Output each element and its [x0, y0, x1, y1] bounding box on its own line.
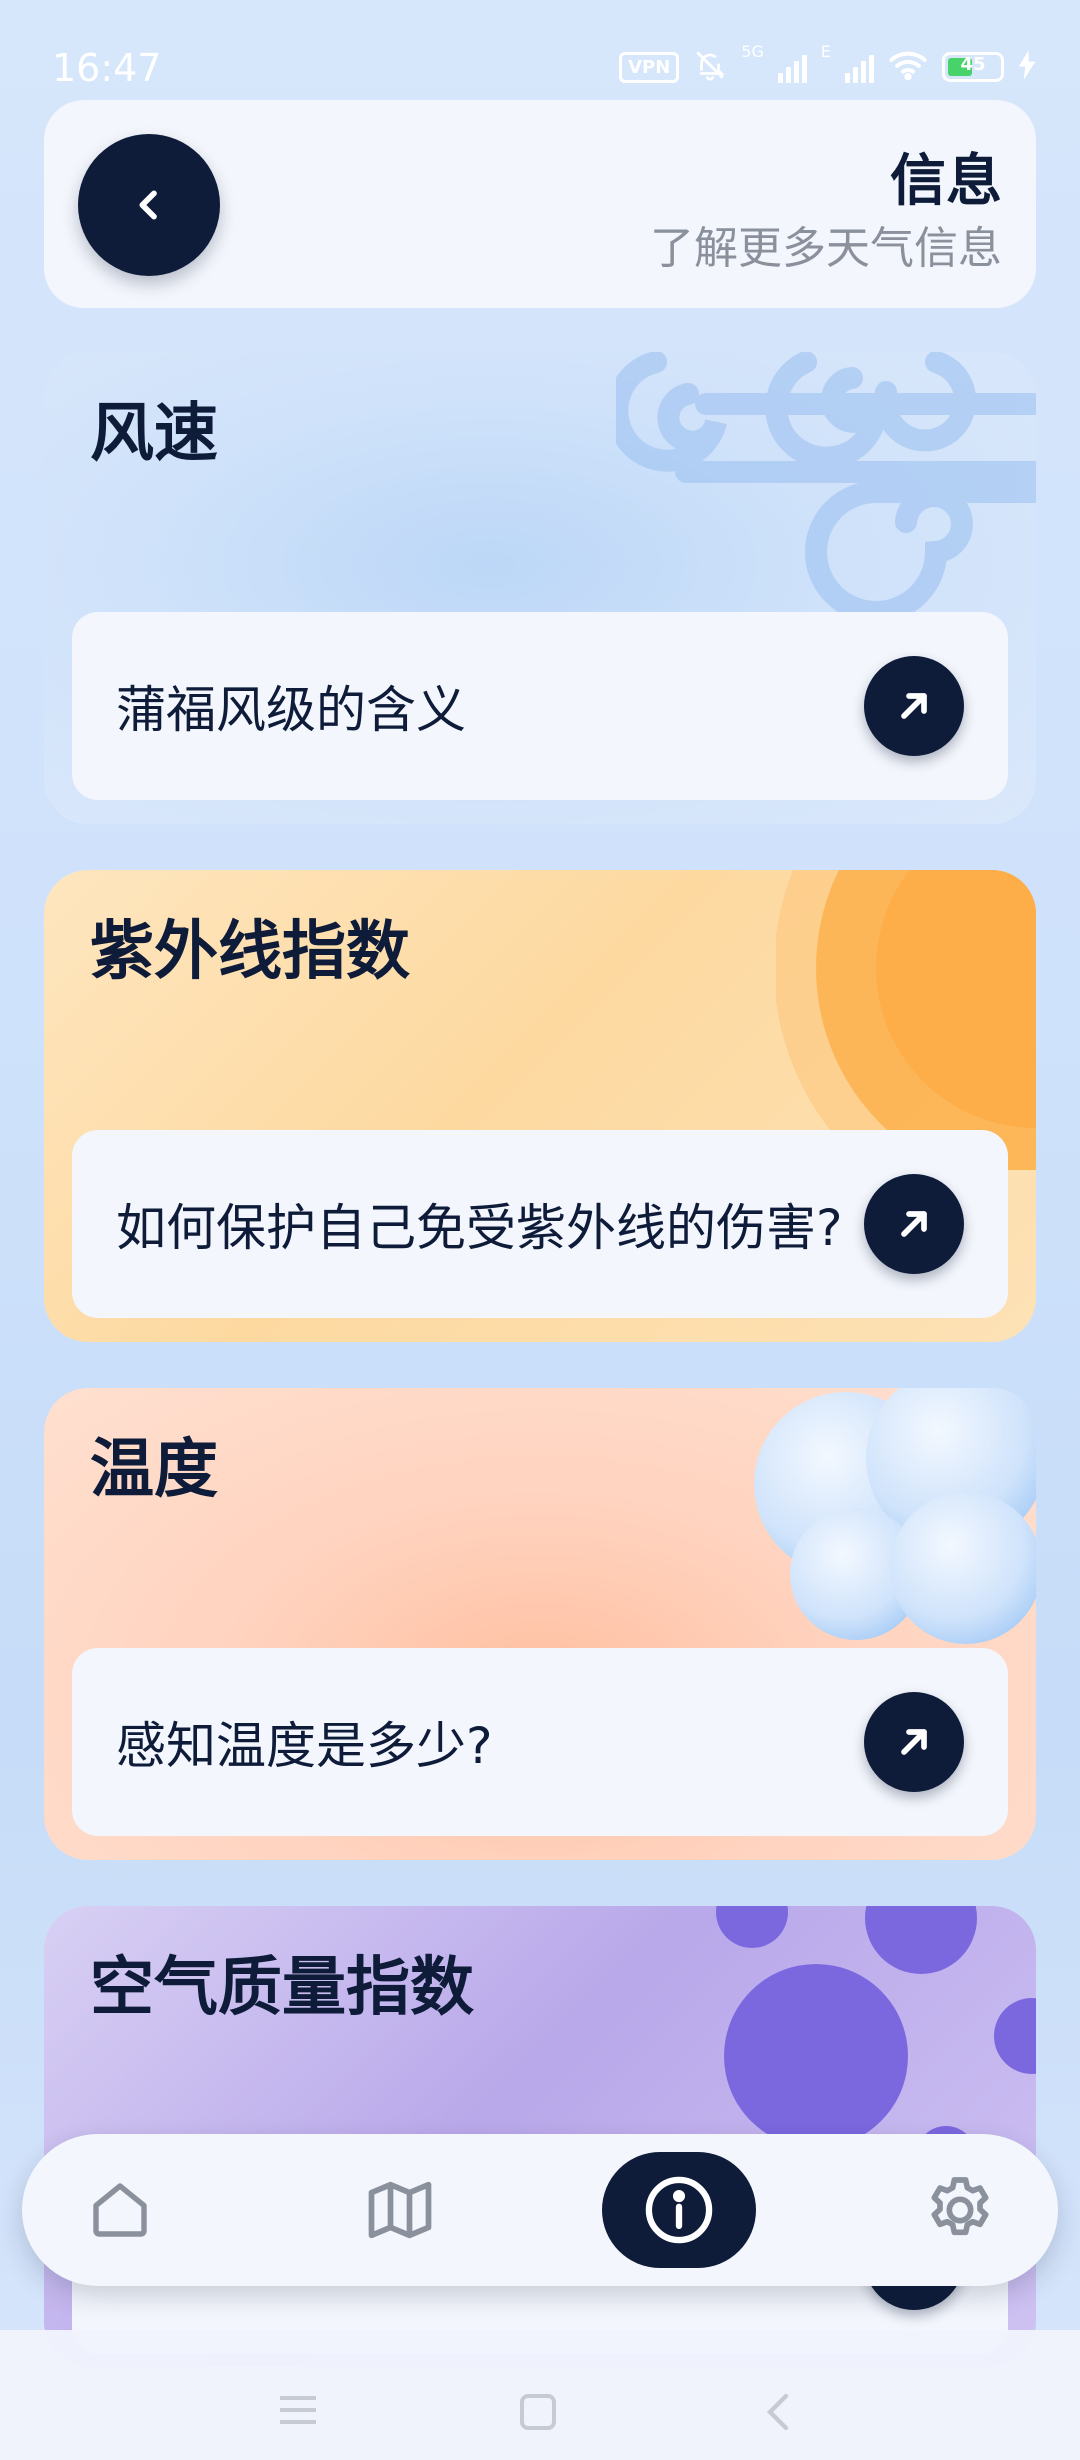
feels-like-link-label: 感知温度是多少? [116, 1717, 493, 1775]
particles-decoration [716, 1906, 1036, 2166]
page-subtitle: 了解更多天气信息 [650, 223, 1002, 274]
wifi-icon [888, 49, 928, 85]
beaufort-scale-link-label: 蒲福风级的含义 [116, 681, 466, 739]
feels-like-link[interactable]: 感知温度是多少? [72, 1648, 1008, 1836]
network-type-2: E [820, 42, 831, 61]
arrow-up-right-icon [901, 1729, 927, 1755]
uv-protection-link-label: 如何保护自己免受紫外线的伤害? [116, 1199, 843, 1257]
status-bar: 16:47 VPN 5G E 45 [0, 0, 1080, 100]
feels-like-open-button[interactable] [864, 1692, 964, 1792]
vpn-icon: VPN [619, 51, 680, 83]
signal-icon-1 [777, 51, 807, 83]
arrow-up-right-icon [901, 1211, 927, 1237]
page-title: 信息 [890, 149, 1002, 214]
back-button[interactable] [78, 134, 220, 276]
wind-card: 风速 蒲福风级的含义 [44, 352, 1036, 824]
network-type-1: 5G [741, 42, 764, 61]
arrow-up-right-icon [901, 693, 927, 719]
settings-icon [931, 2177, 989, 2236]
home-icon [93, 2183, 147, 2237]
temperature-card: 温度 感知温度是多少? [44, 1388, 1036, 1860]
aqi-card-title: 空气质量指数 [90, 1951, 474, 2025]
status-time: 16:47 [52, 46, 162, 90]
page-header: 信息 了解更多天气信息 [44, 100, 1036, 308]
back-system-button[interactable] [760, 2392, 796, 2432]
nav-map[interactable] [342, 2152, 458, 2268]
cloud-decoration [754, 1388, 1036, 1644]
chevron-left-icon [766, 2393, 789, 2431]
uv-protection-link[interactable]: 如何保护自己免受紫外线的伤害? [72, 1130, 1008, 1318]
uv-card: 紫外线指数 如何保护自己免受紫外线的伤害? [44, 870, 1036, 1342]
nav-settings[interactable] [902, 2152, 1018, 2268]
wind-swirl-decoration [616, 352, 1036, 623]
nav-home[interactable] [62, 2152, 178, 2268]
home-system-button[interactable] [518, 2392, 558, 2432]
battery-icon: 45 [942, 52, 1004, 82]
charging-icon [1018, 50, 1036, 84]
nav-info[interactable] [602, 2152, 756, 2268]
info-icon [645, 2176, 713, 2244]
uv-card-title: 紫外线指数 [90, 915, 410, 989]
wind-card-title: 风速 [90, 397, 218, 471]
status-icons: VPN 5G E 45 [619, 42, 1036, 86]
square-icon [520, 2394, 556, 2430]
sun-decoration [776, 870, 1036, 1170]
beaufort-scale-open-button[interactable] [864, 656, 964, 756]
temperature-card-title: 温度 [90, 1433, 218, 1507]
beaufort-scale-link[interactable]: 蒲福风级的含义 [72, 612, 1008, 800]
bottom-navigation [22, 2134, 1058, 2286]
uv-protection-open-button[interactable] [864, 1174, 964, 1274]
recents-button[interactable] [276, 2392, 320, 2428]
menu-icon [280, 2396, 316, 2424]
map-icon [368, 2181, 432, 2239]
mute-bell-icon [693, 48, 727, 86]
signal-icon-2 [845, 51, 874, 83]
system-navigation-bar [0, 2330, 1080, 2460]
chevron-left-icon [139, 190, 157, 220]
